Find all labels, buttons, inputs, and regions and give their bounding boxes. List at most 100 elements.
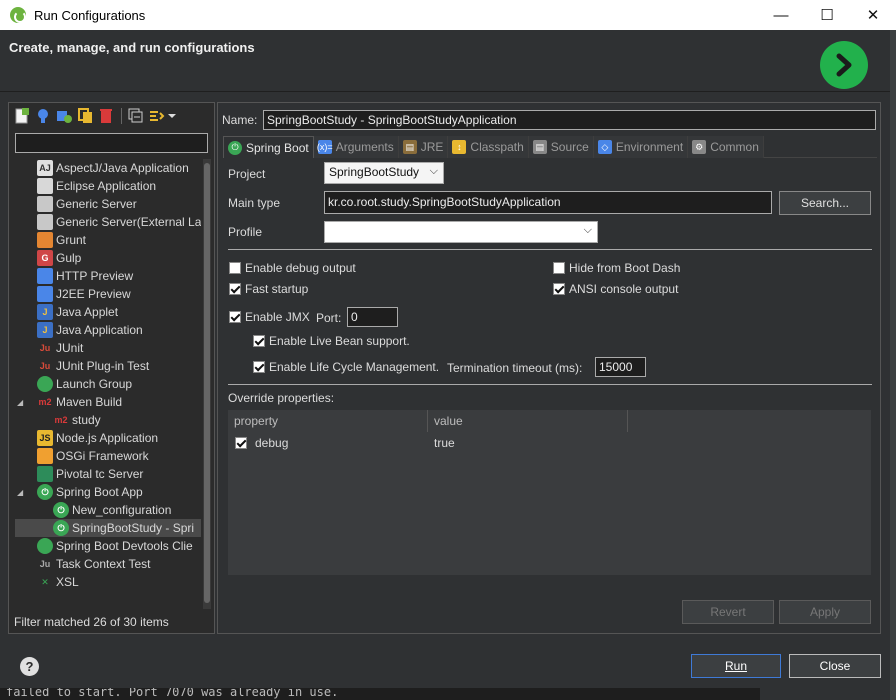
- tree-scrollbar-thumb[interactable]: [204, 163, 210, 603]
- enable-life-cycle-checkbox[interactable]: Enable Life Cycle Management.: [253, 360, 439, 374]
- tree-item[interactable]: Launch Group: [15, 375, 201, 393]
- tab-jre[interactable]: ▤ JRE: [398, 136, 449, 158]
- run-button[interactable]: Run: [691, 654, 781, 678]
- tree-item[interactable]: Generic Server: [15, 195, 201, 213]
- eclipse-app-icon: [37, 178, 53, 194]
- hide-from-boot-dash-checkbox[interactable]: Hide from Boot Dash: [553, 261, 680, 275]
- tree-item[interactable]: J2EE Preview: [15, 285, 201, 303]
- tree-item[interactable]: Generic Server(External La: [15, 213, 201, 231]
- tab-environment[interactable]: ◇ Environment: [593, 136, 689, 158]
- junit-plugin-icon: Ju: [39, 361, 51, 371]
- main-type-label: Main type: [228, 196, 281, 210]
- tab-spring-boot[interactable]: ⏻ Spring Boot: [223, 136, 314, 158]
- tree-item[interactable]: ⏻ SpringBootStudy - Spri: [15, 519, 201, 537]
- spring-boot-icon: ⏻: [228, 140, 242, 155]
- tree-item[interactable]: Spring Boot Devtools Clie: [15, 537, 201, 555]
- console-output: failed to start. Port 7070 was already i…: [0, 688, 760, 700]
- ansi-console-output-checkbox[interactable]: ANSI console output: [553, 282, 678, 296]
- tree-item[interactable]: Ju JUnit: [15, 339, 201, 357]
- checkbox-box[interactable]: [253, 335, 265, 347]
- project-select[interactable]: SpringBootStudy ⌵: [324, 162, 444, 184]
- value-cell[interactable]: true: [428, 436, 455, 450]
- tree-item[interactable]: J Java Applet: [15, 303, 201, 321]
- collapse-all-icon[interactable]: [127, 107, 145, 125]
- tree-item[interactable]: Pivotal tc Server: [15, 465, 201, 483]
- termination-timeout-field[interactable]: 15000: [595, 357, 646, 377]
- filter-menu-icon[interactable]: [148, 107, 178, 125]
- delete-icon[interactable]: [97, 107, 115, 125]
- fast-startup-checkbox[interactable]: Fast startup: [229, 282, 308, 296]
- toolbar-separator: [118, 107, 124, 125]
- tree-item[interactable]: Ju Task Context Test: [15, 555, 201, 573]
- run-button-label: Run: [724, 659, 747, 673]
- tree-item-label: New_configuration: [72, 503, 172, 517]
- profile-select[interactable]: ⌵: [324, 221, 598, 243]
- tree-scrollbar[interactable]: [203, 159, 211, 609]
- enable-jmx-checkbox[interactable]: Enable JMX: [229, 310, 310, 324]
- checkbox-box[interactable]: [235, 437, 247, 449]
- spring-app-icon: [10, 7, 26, 23]
- table-header: property value: [228, 410, 871, 432]
- tree-item-label: JUnit Plug-in Test: [56, 359, 150, 373]
- name-field[interactable]: SpringBootStudy - SpringBootStudyApplica…: [263, 110, 876, 130]
- tree-item[interactable]: G Gulp: [15, 249, 201, 267]
- column-header-value[interactable]: value: [428, 410, 628, 432]
- main-type-field[interactable]: kr.co.root.study.SpringBootStudyApplicat…: [324, 191, 772, 214]
- revert-button[interactable]: Revert: [682, 600, 774, 624]
- maximize-button[interactable]: ☐: [804, 0, 850, 30]
- checkbox-box[interactable]: [229, 262, 241, 274]
- junit-icon: Ju: [39, 343, 51, 353]
- help-icon[interactable]: ?: [20, 657, 39, 676]
- spring-boot-icon: ⏻: [53, 502, 69, 518]
- tree-item[interactable]: ◢ ⏻ Spring Boot App: [15, 483, 201, 501]
- close-window-button[interactable]: ✕: [850, 0, 896, 30]
- tree-item[interactable]: Grunt: [15, 231, 201, 249]
- tab-arguments[interactable]: (x)= Arguments: [313, 136, 399, 158]
- tree-item[interactable]: OSGi Framework: [15, 447, 201, 465]
- expand-toggle-icon[interactable]: ◢: [17, 398, 27, 407]
- tab-label: Source: [550, 140, 589, 154]
- port-field[interactable]: 0: [347, 307, 398, 327]
- tree-item[interactable]: Ju JUnit Plug-in Test: [15, 357, 201, 375]
- enable-live-bean-checkbox[interactable]: Enable Live Bean support.: [253, 334, 410, 348]
- tree-item[interactable]: AJ AspectJ/Java Application: [15, 159, 201, 177]
- tree-item[interactable]: m2 study: [15, 411, 201, 429]
- new-prototype-icon[interactable]: [34, 107, 52, 125]
- enable-debug-output-checkbox[interactable]: Enable debug output: [229, 261, 356, 275]
- java-app-icon: J: [37, 322, 53, 338]
- export-config-icon[interactable]: [55, 107, 73, 125]
- tab-common[interactable]: ⚙ Common: [688, 136, 764, 158]
- name-label: Name:: [222, 113, 258, 127]
- tree-item-label: SpringBootStudy - Spri: [72, 521, 195, 535]
- checkbox-box[interactable]: [553, 283, 565, 295]
- property-cell[interactable]: debug: [228, 436, 428, 450]
- column-header-property[interactable]: property: [228, 410, 428, 432]
- tab-classpath[interactable]: ↕ Classpath: [448, 136, 529, 158]
- expand-toggle-icon[interactable]: ◢: [17, 488, 27, 497]
- filter-input[interactable]: [15, 133, 208, 153]
- duplicate-icon[interactable]: [76, 107, 94, 125]
- search-button[interactable]: Search...: [779, 191, 871, 215]
- tree-item[interactable]: Eclipse Application: [15, 177, 201, 195]
- enable-jmx-label: Enable JMX: [245, 310, 310, 324]
- minimize-button[interactable]: —: [758, 0, 804, 30]
- tree-item[interactable]: HTTP Preview: [15, 267, 201, 285]
- tree-item[interactable]: ⏻ New_configuration: [15, 501, 201, 519]
- new-config-icon[interactable]: [13, 107, 31, 125]
- checkbox-box[interactable]: [229, 283, 241, 295]
- tree-item[interactable]: J Java Application: [15, 321, 201, 339]
- checkbox-box[interactable]: [253, 361, 265, 373]
- tab-source[interactable]: ▤ Source: [528, 136, 594, 158]
- tree-item[interactable]: ◢ m2 Maven Build: [15, 393, 201, 411]
- tree-item-label: Spring Boot App: [56, 485, 143, 499]
- termination-timeout-label: Termination timeout (ms):: [447, 361, 583, 375]
- close-button[interactable]: Close: [789, 654, 881, 678]
- tree-item[interactable]: ✕ XSL: [15, 573, 201, 591]
- tree-item[interactable]: JS Node.js Application: [15, 429, 201, 447]
- checkbox-box[interactable]: [553, 262, 565, 274]
- project-value: SpringBootStudy: [329, 165, 420, 179]
- table-row[interactable]: debug true: [228, 432, 871, 454]
- checkbox-box[interactable]: [229, 311, 241, 323]
- apply-button[interactable]: Apply: [779, 600, 871, 624]
- maven-icon: m2: [38, 397, 52, 407]
